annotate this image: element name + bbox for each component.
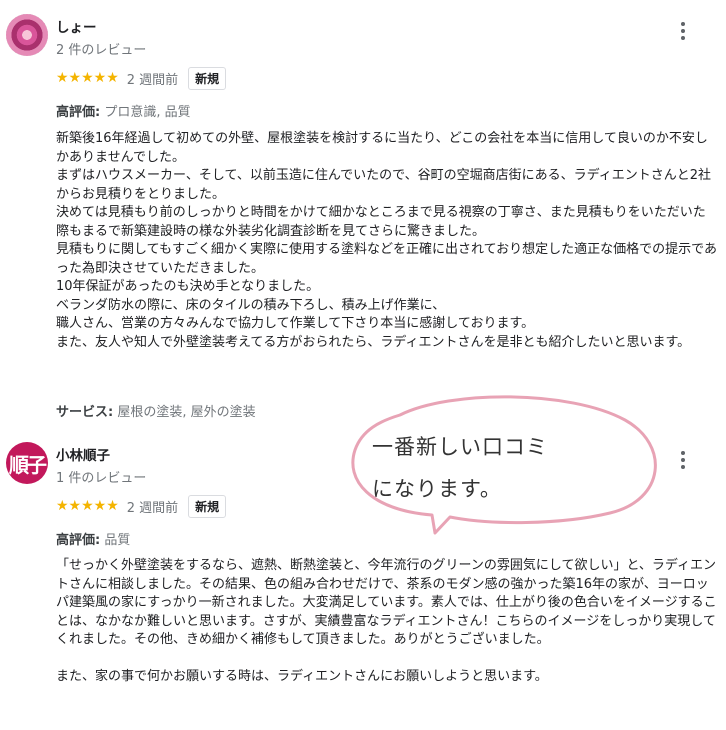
highlights: 高評価: 品質: [56, 529, 130, 548]
star-rating: ★★★★★: [56, 70, 119, 86]
rating-row: ★★★★★ 2 週間前 新規: [56, 66, 227, 90]
rating-row: ★★★★★ 2 週間前 新規: [56, 494, 227, 518]
highlights-label: 高評価:: [56, 533, 101, 548]
new-badge: 新規: [188, 494, 227, 518]
new-badge: 新規: [188, 66, 227, 90]
review-time: 2 週間前: [126, 72, 179, 88]
review-text: 「せっかく外壁塗装をするなら、遮熱、断熱塗装と、今年流行のグリーンの雰囲気にして…: [56, 558, 717, 684]
star-rating: ★★★★★: [56, 498, 119, 514]
review-count[interactable]: 2 件のレビュー: [56, 39, 146, 58]
callout-line-1: 一番新しい口コミ: [372, 435, 548, 459]
review-time: 2 週間前: [126, 500, 179, 516]
services-value: 屋根の塗装, 屋外の塗装: [113, 405, 256, 420]
services-label: サービス:: [56, 405, 114, 420]
highlights: 高評価: プロ意識, 品質: [56, 101, 191, 120]
speech-bubble-outline: [351, 395, 657, 535]
reviewer-name[interactable]: しょー: [56, 16, 97, 36]
reviewer-name[interactable]: 小林順子: [56, 444, 110, 464]
highlights-label: 高評価:: [56, 105, 101, 120]
avatar[interactable]: [6, 14, 48, 56]
services: サービス: 屋根の塗装, 屋外の塗装: [56, 401, 256, 420]
more-vert-icon[interactable]: [676, 449, 690, 471]
highlights-value: プロ意識, 品質: [100, 105, 191, 120]
callout-line-2: になります。: [372, 477, 502, 501]
review-text: 新築後16年経過して初めての外壁、屋根塗装を検討するに当たり、どこの会社を本当に…: [56, 131, 718, 350]
highlights-value: 品質: [100, 533, 131, 548]
avatar[interactable]: 順子: [6, 442, 48, 484]
more-vert-icon[interactable]: [676, 20, 690, 42]
review-count[interactable]: 1 件のレビュー: [56, 467, 146, 486]
